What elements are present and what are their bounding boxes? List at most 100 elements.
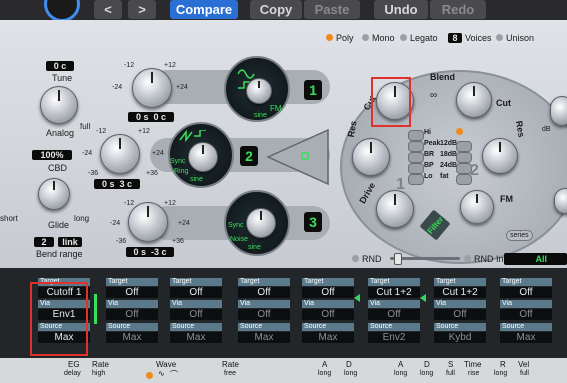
filter2-resonance-knob[interactable] <box>482 138 518 174</box>
mod-slot-7-source-value[interactable]: Kybd <box>434 332 486 343</box>
bend-range-display[interactable]: 2 <box>34 237 54 247</box>
mod-slot-4-via-value[interactable]: Off <box>238 309 290 320</box>
osc3-wave-knob[interactable] <box>246 208 276 238</box>
mod-slot-7-via-value[interactable]: Off <box>434 309 486 320</box>
mod-slot-4-target-value[interactable]: Off <box>238 287 290 298</box>
mod-slot-2-target-value[interactable]: Off <box>106 287 158 298</box>
mod-slot-3-source-header: Source <box>170 323 222 331</box>
osc3-number[interactable]: 3 <box>304 212 322 232</box>
env2-a-long-label: long <box>394 370 408 377</box>
filter1-hi-button[interactable] <box>408 130 424 141</box>
voices-display[interactable]: 8 <box>448 33 462 43</box>
filter2-cutoff-knob[interactable] <box>456 82 492 118</box>
mod-slot-6-target-value[interactable]: Cut 1+2 <box>368 287 420 298</box>
mod-slot-6-via-value[interactable]: Off <box>368 309 420 320</box>
mod-slot-4-source-value[interactable]: Max <box>238 332 290 343</box>
analog-knob[interactable] <box>40 86 78 124</box>
env1-a-long-label: long <box>318 370 332 377</box>
redo-button[interactable]: Redo <box>430 0 486 19</box>
filter2-12db-button[interactable] <box>456 141 472 152</box>
mod-slot-5-source-header: Source <box>302 323 354 331</box>
cbd-display[interactable]: 100% <box>32 150 72 160</box>
osc2-semitone-knob[interactable] <box>100 134 140 174</box>
osc2-wave-knob[interactable] <box>188 142 218 172</box>
mod-slot-2-source-value[interactable]: Max <box>106 332 158 343</box>
mod-slot-6: Target Cut 1+2 Via Off Source Env2 <box>362 278 424 354</box>
osc3-semitone-knob[interactable] <box>128 202 168 242</box>
mod-slot-8-source-value[interactable]: Max <box>500 332 552 343</box>
mod-slot-5-target-value[interactable]: Off <box>302 287 354 298</box>
series-button[interactable]: series <box>506 230 533 241</box>
mod-slot-3-target-header: Target <box>170 278 222 286</box>
paste-button[interactable]: Paste <box>304 0 360 19</box>
slot1-mod-intensity[interactable] <box>94 294 97 324</box>
mod-slot-4-target-header: Target <box>238 278 290 286</box>
glide-long-label: long <box>74 214 90 223</box>
modulator-labels <box>0 358 567 383</box>
filter1-peak-button[interactable] <box>408 141 424 152</box>
env2-s-label: S <box>448 360 454 369</box>
highlight-mod-slot-1 <box>30 282 88 356</box>
env2-r-label: R <box>500 360 506 369</box>
preset-back-button[interactable]: < <box>94 0 122 19</box>
mod-slot-5-via-value[interactable]: Off <box>302 309 354 320</box>
compare-button[interactable]: Compare <box>170 0 238 19</box>
mod-slot-3-source-value[interactable]: Max <box>170 332 222 343</box>
undo-button[interactable]: Undo <box>374 0 428 19</box>
fm-knob[interactable] <box>460 190 494 224</box>
filter1-resonance-knob[interactable] <box>352 138 390 176</box>
osc-mix-triangle[interactable] <box>262 126 334 188</box>
bend-link-display[interactable]: link <box>58 237 82 247</box>
osc1-semitone-knob[interactable] <box>132 68 172 108</box>
osc1-display[interactable]: 0 s 0 c <box>128 112 174 122</box>
rnd-all-dropdown[interactable]: All <box>504 253 567 265</box>
glide-label: Glide <box>48 220 70 230</box>
osc2-display[interactable]: 0 s 3 c <box>94 179 140 189</box>
filter1-number: 1 <box>396 176 405 193</box>
side-knob[interactable] <box>554 188 567 214</box>
wave-sine-icon[interactable]: ∿ <box>158 369 165 378</box>
mod-slot-3-via-value[interactable]: Off <box>170 309 222 320</box>
drive-knob[interactable] <box>376 190 414 228</box>
mono-led[interactable] <box>362 34 369 41</box>
mod-slot-5-source-value[interactable]: Max <box>302 332 354 343</box>
filter1-bp-button[interactable] <box>408 163 424 174</box>
wave-label: Wave <box>156 360 177 369</box>
glide-knob[interactable] <box>38 178 70 210</box>
osc1-number[interactable]: 1 <box>304 80 322 100</box>
wave-led[interactable] <box>146 372 153 379</box>
osc2-number[interactable]: 2 <box>240 146 258 166</box>
mod-slot-6-source-value[interactable]: Env2 <box>368 332 420 343</box>
copy-button[interactable]: Copy <box>250 0 302 19</box>
tune-display[interactable]: 0 c <box>46 61 74 71</box>
filter2-fat-label: fat <box>440 173 449 180</box>
env2-d-label: D <box>424 360 430 369</box>
poly-led[interactable] <box>326 34 333 41</box>
rnd-int-slider-handle[interactable] <box>394 253 402 265</box>
filter1-br-button[interactable] <box>408 152 424 163</box>
eg-label: EG <box>68 360 80 369</box>
mod-slot-8-target-value[interactable]: Off <box>500 287 552 298</box>
plugin-power-icon[interactable] <box>44 0 80 22</box>
wave-saw-icon[interactable]: ⌒ <box>170 369 178 380</box>
mod-slot-3-target-value[interactable]: Off <box>170 287 222 298</box>
glide-short-label: short <box>0 214 18 223</box>
osc2-sync-label: Sync <box>170 158 186 165</box>
unison-led[interactable] <box>496 34 503 41</box>
filter1-lo-button[interactable] <box>408 174 424 185</box>
osc1-wave-knob[interactable] <box>246 78 272 104</box>
mod-slot-2-via-value[interactable]: Off <box>106 309 158 320</box>
osc2-tick-m24: -24 <box>82 150 93 157</box>
rnd-int-led <box>464 255 471 262</box>
legato-led[interactable] <box>400 34 407 41</box>
output-knob[interactable] <box>550 96 567 126</box>
rnd-led[interactable] <box>352 255 359 262</box>
osc2-tick-p24: +24 <box>152 150 164 157</box>
mod-slot-8-via-value[interactable]: Off <box>500 309 552 320</box>
osc3-display[interactable]: 0 s -3 c <box>126 247 174 257</box>
env2-d-long-label: long <box>420 370 434 377</box>
mod-slot-8-source-header: Source <box>500 323 552 331</box>
preset-forward-button[interactable]: > <box>128 0 156 19</box>
vel-full-label: full <box>520 370 529 377</box>
mod-slot-7-target-value[interactable]: Cut 1+2 <box>434 287 486 298</box>
